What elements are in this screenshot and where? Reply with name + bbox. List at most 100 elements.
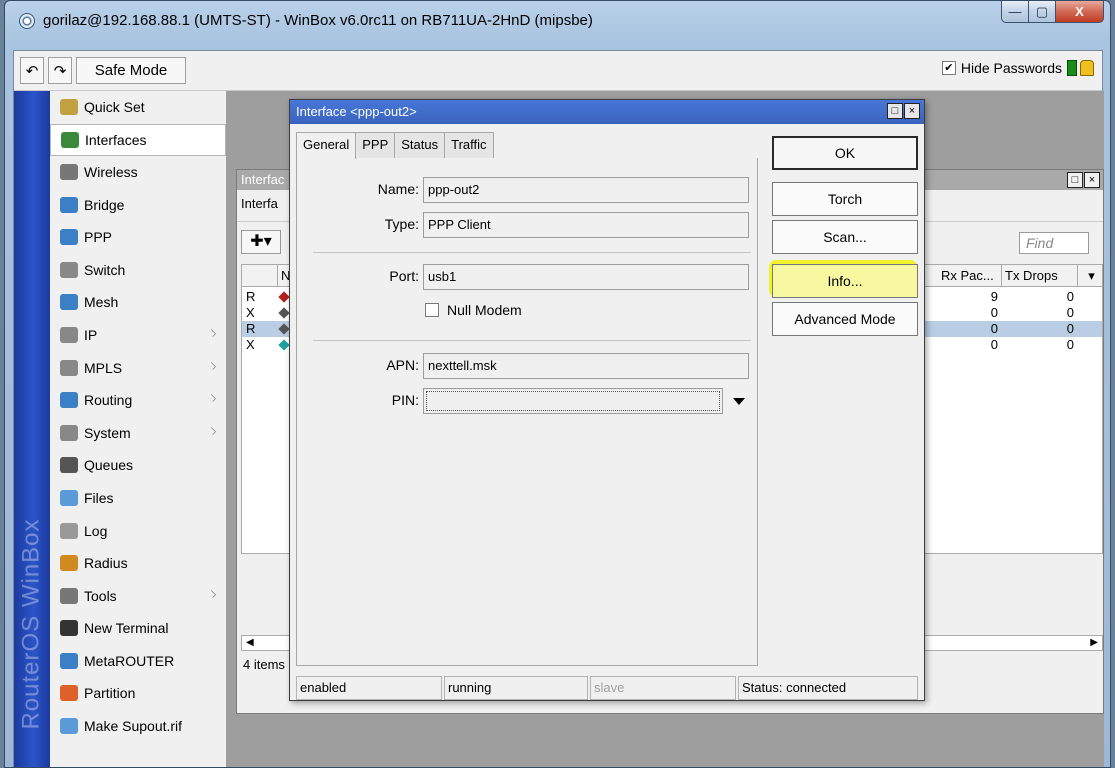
sidebar-item-label: Radius <box>84 555 128 572</box>
advanced-mode-button[interactable]: Advanced Mode <box>772 302 918 336</box>
interface-list-window-buttons: □ × <box>1067 172 1100 188</box>
plus-icon: ✚▾ <box>250 233 272 250</box>
dialog-status-bar: enabled running slave Status: connected <box>296 676 920 700</box>
scroll-left-icon[interactable]: ◀ <box>246 637 254 648</box>
scroll-right-icon[interactable]: ▶ <box>1090 637 1098 648</box>
sidebar-item-metarouter[interactable]: MetaROUTER <box>50 645 226 678</box>
tab-ppp[interactable]: PPP <box>355 132 396 158</box>
sidebar-item-label: Queues <box>84 457 134 474</box>
system-icon <box>60 424 78 441</box>
undo-button[interactable]: ↶ <box>20 57 44 84</box>
hide-passwords-checkbox[interactable]: ✔ <box>941 61 956 75</box>
info-button[interactable]: Info... <box>772 264 918 298</box>
col-tx-drops[interactable]: Tx Drops <box>1002 265 1078 287</box>
port-field[interactable]: usb1 <box>423 264 749 290</box>
scan-button[interactable]: Scan... <box>772 220 918 254</box>
redo-button[interactable]: ↷ <box>48 57 72 84</box>
interface-type-icon <box>278 323 290 335</box>
type-field: PPP Client <box>423 212 749 238</box>
restore-icon[interactable]: □ <box>1067 172 1083 188</box>
sidebar-item-switch[interactable]: Switch <box>50 254 226 287</box>
tab-status[interactable]: Status <box>394 132 446 158</box>
switch-icon <box>60 261 78 278</box>
sidebar-item-label: Make Supout.rif <box>84 718 183 735</box>
sidebar-item-tools[interactable]: Tools <box>50 580 226 613</box>
separator <box>313 252 751 253</box>
log-icon <box>60 522 78 539</box>
row-tx-drops: 0 <box>1066 289 1074 304</box>
row-rx-packets: 9 <box>990 289 998 304</box>
sidebar-item-radius[interactable]: Radius <box>50 547 226 580</box>
tools-icon <box>60 587 78 604</box>
apn-row: APN: nexttell.msk <box>297 353 759 379</box>
dialog-window-buttons: □ × <box>887 103 920 119</box>
sidebar-item-label: Switch <box>84 261 126 278</box>
title-bar[interactable]: gorilaz@192.168.88.1 (UMTS-ST) - WinBox … <box>5 1 1110 41</box>
sidebar-item-queues[interactable]: Queues <box>50 450 226 483</box>
submenu-arrow-icon <box>208 361 216 370</box>
row-flag: X <box>246 337 255 352</box>
radius-icon <box>60 555 78 572</box>
sidebar-item-mpls[interactable]: MPLS <box>50 352 226 385</box>
row-tx-drops: 0 <box>1066 321 1074 336</box>
find-input[interactable]: Find <box>1019 232 1089 254</box>
interfaces-icon <box>61 131 79 148</box>
queues-icon <box>60 457 78 474</box>
sidebar-item-new-terminal[interactable]: New Terminal <box>50 613 226 646</box>
sidebar-item-ppp[interactable]: PPP <box>50 221 226 254</box>
pin-field[interactable] <box>423 388 723 414</box>
maximize-button[interactable]: ▢ <box>1029 1 1056 23</box>
sidebar-item-label: PPP <box>84 229 113 246</box>
sidebar-item-log[interactable]: Log <box>50 515 226 548</box>
tab-general[interactable]: General <box>296 132 357 159</box>
minimize-button[interactable]: — <box>1001 1 1029 23</box>
sidebar-item-partition[interactable]: Partition <box>50 678 226 711</box>
apn-field[interactable]: nexttell.msk <box>423 353 749 379</box>
columns-menu-icon[interactable]: ▾ <box>1078 265 1102 287</box>
caption-buttons: — ▢ X <box>1001 1 1104 23</box>
sidebar-item-make-supout-rif[interactable]: Make Supout.rif <box>50 710 226 743</box>
sidebar-item-label: MetaROUTER <box>84 652 175 669</box>
add-dropdown-button[interactable]: ✚▾ <box>241 230 281 254</box>
tab-traffic[interactable]: Traffic <box>444 132 494 158</box>
sidebar-item-routing[interactable]: Routing <box>50 384 226 417</box>
sidebar-item-ip[interactable]: IP <box>50 319 226 352</box>
sidebar-item-bridge[interactable]: Bridge <box>50 189 226 222</box>
secure-indicator-icon <box>1067 60 1077 76</box>
sidebar-item-files[interactable]: Files <box>50 482 226 515</box>
sidebar-item-system[interactable]: System <box>50 417 226 450</box>
null-modem-checkbox[interactable] <box>425 303 439 317</box>
dialog-title[interactable]: Interface <ppp-out2> <box>290 100 924 124</box>
col-rx-packets[interactable]: Rx Pac... <box>938 265 1002 287</box>
name-field[interactable]: ppp-out2 <box>423 177 749 203</box>
separator <box>313 340 751 341</box>
sidebar-item-label: Files <box>84 489 114 506</box>
col-flags[interactable] <box>242 265 278 287</box>
undo-icon: ↶ <box>25 62 39 80</box>
torch-button[interactable]: Torch <box>772 182 918 216</box>
routing-icon <box>60 392 78 409</box>
safe-mode-button[interactable]: Safe Mode <box>76 57 186 84</box>
sidebar-item-wireless[interactable]: Wireless <box>50 156 226 189</box>
connection-indicator <box>1067 60 1094 76</box>
sidebar-item-quick-set[interactable]: Quick Set <box>50 91 226 124</box>
dialog-tabs: General PPP Status Traffic <box>296 132 494 159</box>
sidebar-item-label: Routing <box>84 392 133 409</box>
dialog-restore-icon[interactable]: □ <box>887 103 903 119</box>
status-slave: slave <box>590 676 736 700</box>
close-icon[interactable]: × <box>1084 172 1100 188</box>
ok-button[interactable]: OK <box>772 136 918 170</box>
hide-passwords[interactable]: ✔ Hide Passwords <box>941 60 1062 76</box>
pin-dropdown-icon[interactable] <box>733 398 745 405</box>
redo-icon: ↷ <box>53 62 67 80</box>
name-row: Name: ppp-out2 <box>297 177 759 203</box>
status-connected: Status: connected <box>738 676 918 700</box>
sidebar-item-mesh[interactable]: Mesh <box>50 287 226 320</box>
tab-interface[interactable]: Interfa <box>241 196 278 211</box>
dialog-close-icon[interactable]: × <box>904 103 920 119</box>
close-button[interactable]: X <box>1056 1 1104 23</box>
sidebar-item-label: Mesh <box>84 294 119 311</box>
lock-icon <box>1080 60 1094 76</box>
items-count: 4 items <box>243 657 285 672</box>
sidebar-item-interfaces[interactable]: Interfaces <box>50 123 226 157</box>
